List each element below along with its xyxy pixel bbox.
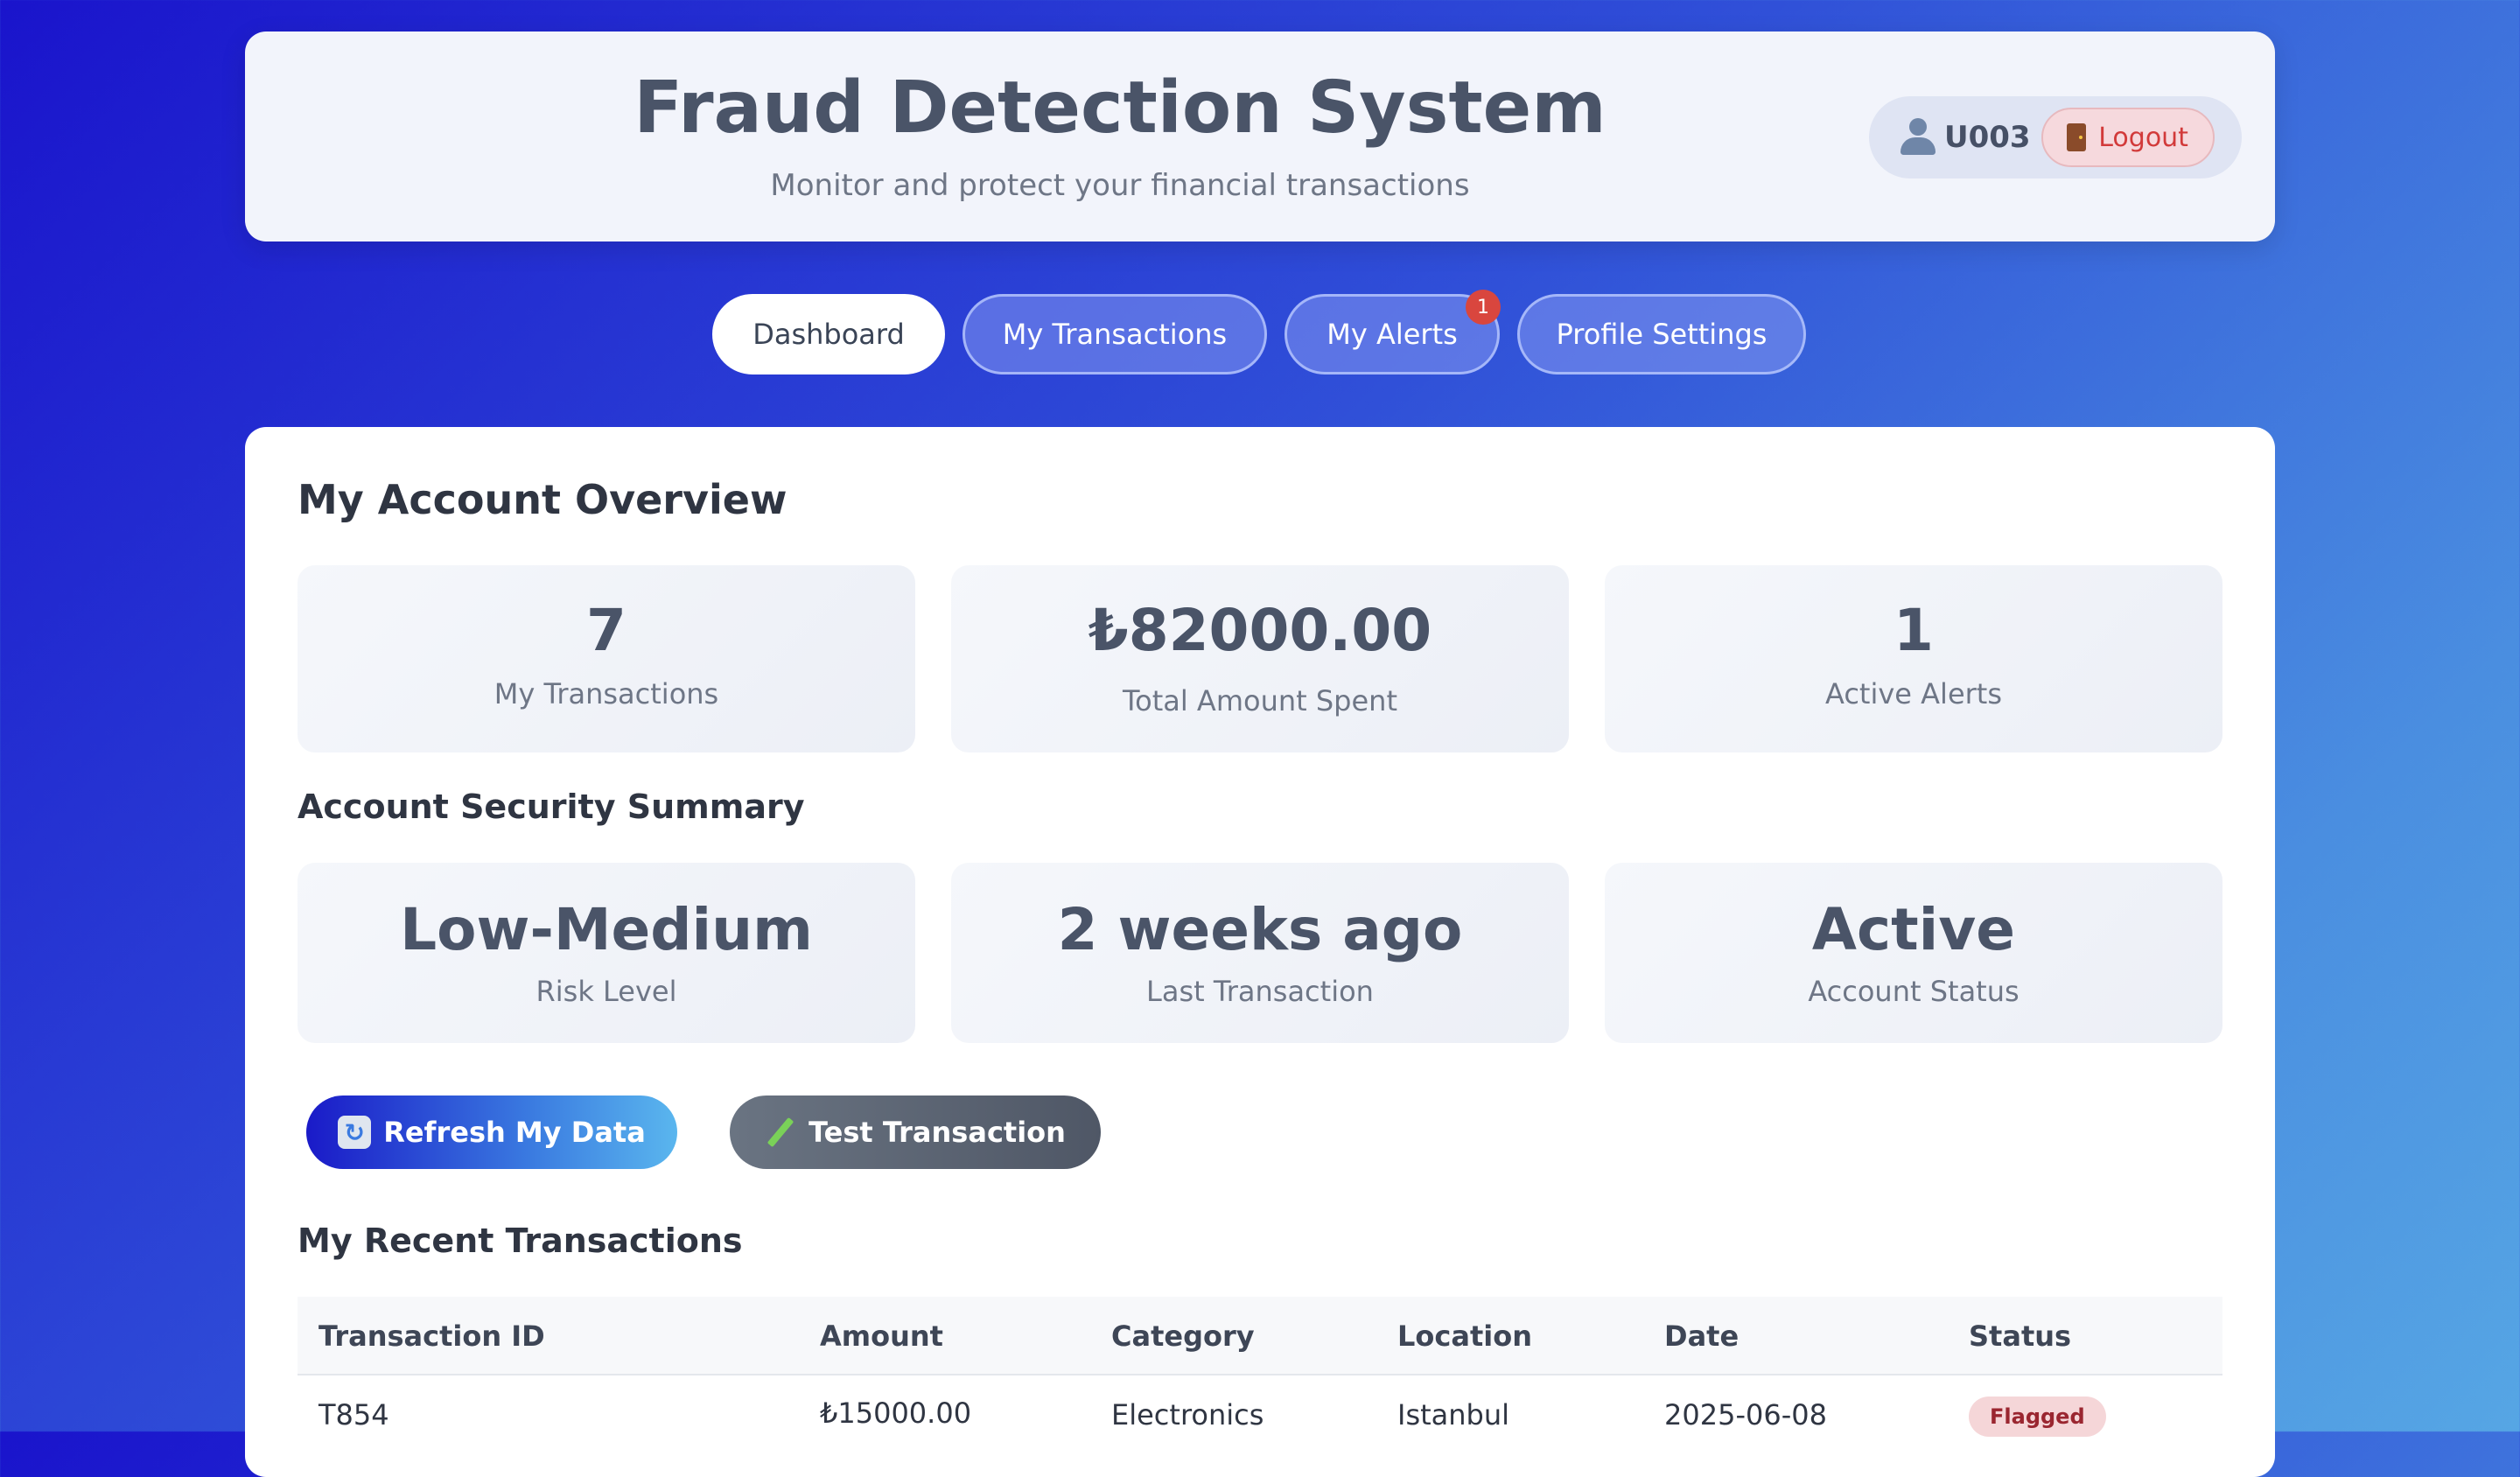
cell-transaction-id: T854 <box>318 1398 389 1432</box>
security-card-last-transaction: 2 weeks ago Last Transaction <box>951 863 1569 1043</box>
security-label: Risk Level <box>536 975 677 1008</box>
cell-amount: ₺15000.00 <box>820 1396 972 1430</box>
tab-profile-settings[interactable]: Profile Settings <box>1517 294 1806 374</box>
tab-label: My Transactions <box>1002 318 1228 351</box>
app-header: Fraud Detection System Monitor and prote… <box>245 32 2275 242</box>
col-category: Category <box>1111 1320 1255 1353</box>
stat-label: Active Alerts <box>1825 677 2002 710</box>
security-value: Active <box>1811 896 2016 963</box>
security-value: Low-Medium <box>400 896 813 963</box>
stat-value: 7 <box>586 597 626 664</box>
stat-card-transactions: 7 My Transactions <box>298 565 915 752</box>
cell-date: 2025-06-08 <box>1664 1398 1827 1432</box>
security-card-risk-level: Low-Medium Risk Level <box>298 863 915 1043</box>
security-label: Account Status <box>1808 975 2020 1008</box>
test-label: Test Transaction <box>808 1116 1066 1149</box>
alerts-count-badge: 1 <box>1466 290 1501 325</box>
tab-label: Profile Settings <box>1556 318 1768 351</box>
stat-label: My Transactions <box>494 677 719 710</box>
security-label: Last Transaction <box>1146 975 1374 1008</box>
security-value: 2 weeks ago <box>1057 896 1463 963</box>
stat-label: Total Amount Spent <box>1123 684 1397 718</box>
refresh-icon: ↻ <box>338 1116 372 1149</box>
recent-transactions-title: My Recent Transactions <box>298 1222 743 1260</box>
logout-label: Logout <box>2098 122 2188 153</box>
col-amount: Amount <box>820 1320 943 1353</box>
stat-card-active-alerts: 1 Active Alerts <box>1605 565 2222 752</box>
stat-card-total-spent: ₺82000.00 Total Amount Spent <box>951 565 1569 752</box>
door-icon <box>2067 123 2087 151</box>
logout-button[interactable]: Logout <box>2040 108 2215 167</box>
user-icon <box>1900 118 1936 157</box>
cell-category: Electronics <box>1111 1398 1264 1432</box>
tab-dashboard[interactable]: Dashboard <box>712 294 945 374</box>
tab-my-alerts[interactable]: My Alerts 1 <box>1284 290 1501 374</box>
tab-my-transactions[interactable]: My Transactions <box>962 294 1267 374</box>
security-title: Account Security Summary <box>298 788 805 826</box>
transactions-table-header: Transaction ID Amount Category Location … <box>298 1297 2222 1376</box>
tab-label: My Alerts <box>1326 318 1458 351</box>
status-badge: Flagged <box>1969 1396 2106 1437</box>
app-subtitle: Monitor and protect your financial trans… <box>770 168 1470 203</box>
app-title: Fraud Detection System <box>634 66 1606 150</box>
tab-label: Dashboard <box>752 318 905 351</box>
table-row[interactable]: T854 ₺15000.00 Electronics Istanbul 2025… <box>298 1376 2222 1463</box>
stat-value: 1 <box>1894 597 1934 664</box>
overview-title: My Account Overview <box>298 476 788 523</box>
col-transaction-id: Transaction ID <box>318 1320 545 1353</box>
user-id: U003 <box>1944 120 2031 155</box>
col-status: Status <box>1969 1320 2072 1353</box>
refresh-data-button[interactable]: ↻ Refresh My Data <box>306 1096 677 1169</box>
test-transaction-button[interactable]: Test Transaction <box>730 1096 1101 1169</box>
stat-value: ₺82000.00 <box>1088 597 1432 664</box>
main-panel: My Account Overview 7 My Transactions ₺8… <box>245 427 2275 1477</box>
pencil-icon <box>765 1117 794 1147</box>
col-date: Date <box>1664 1320 1740 1353</box>
user-info: U003 Logout <box>1869 96 2242 178</box>
refresh-label: Refresh My Data <box>383 1116 646 1149</box>
cell-location: Istanbul <box>1397 1398 1510 1432</box>
security-card-account-status: Active Account Status <box>1605 863 2222 1043</box>
col-location: Location <box>1397 1320 1532 1353</box>
main-nav: Dashboard My Transactions My Alerts 1 Pr… <box>0 290 2520 376</box>
